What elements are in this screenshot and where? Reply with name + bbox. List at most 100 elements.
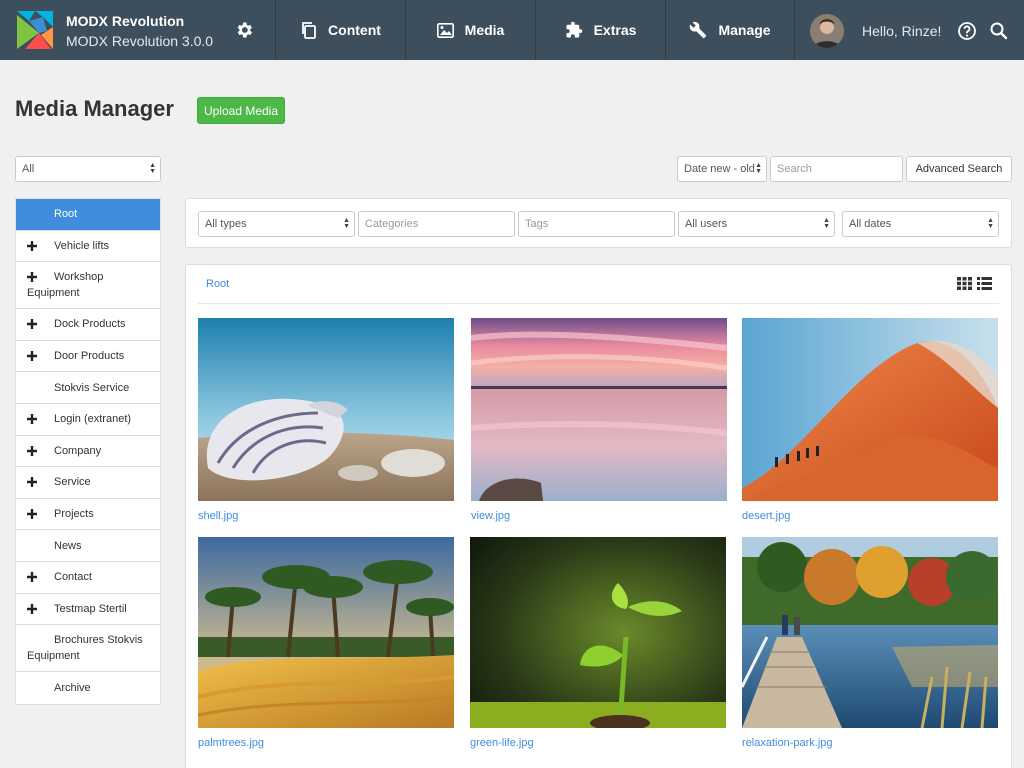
search-input[interactable]: Search [770, 156, 903, 182]
nav-manage[interactable]: Manage [665, 0, 795, 60]
media-thumbnail[interactable] [471, 318, 727, 501]
list-view-icon[interactable] [977, 277, 992, 290]
expand-plus-icon[interactable] [27, 319, 37, 330]
grid-view-icon[interactable] [957, 277, 972, 290]
media-filename[interactable]: shell.jpg [198, 510, 238, 522]
tree-item-label: Login (extranet) [54, 413, 132, 426]
copy-icon [302, 22, 316, 39]
tree-item[interactable]: Contact [16, 562, 160, 594]
tree-item[interactable]: Login (extranet) [16, 404, 160, 436]
tree-item[interactable]: Projects [16, 499, 160, 531]
wrench-icon [690, 21, 707, 39]
tree-item[interactable]: Company [16, 436, 160, 468]
expand-plus-icon[interactable] [27, 477, 37, 488]
media-thumbnail[interactable] [198, 537, 454, 728]
brand[interactable]: MODX Revolution MODX Revolution 3.0.0 [0, 0, 275, 60]
nav-media-label: Media [464, 22, 505, 38]
tree-item[interactable]: Vehicle lifts [16, 231, 160, 263]
expand-plus-icon[interactable] [27, 571, 37, 582]
select-caret-icon: ▲ ▼ [755, 162, 762, 175]
nav-media[interactable]: Media [405, 0, 535, 60]
media-filename[interactable]: green-life.jpg [470, 737, 534, 749]
select-caret-icon: ▲ ▼ [149, 162, 156, 175]
tree-item[interactable]: Brochures Stokvis Equipment [16, 625, 160, 673]
user-greeting[interactable]: Hello, Rinze! [862, 23, 941, 39]
nav-manage-label: Manage [718, 22, 771, 38]
nav-extras-label: Extras [593, 22, 637, 38]
nav-content-label: Content [328, 22, 381, 38]
page-title: Media Manager [15, 96, 174, 121]
date-filter-select[interactable]: All dates ▲ ▼ [842, 211, 999, 237]
tree-item-label: Testmap Stertil [54, 602, 127, 615]
advanced-search-button[interactable]: Advanced Search [906, 156, 1012, 182]
tree-item-label: Service [54, 476, 91, 489]
tree-item-label: Brochures Stokvis Equipment [27, 634, 143, 663]
media-thumbnail[interactable] [198, 318, 454, 501]
search-placeholder: Search [777, 163, 812, 175]
image-icon [436, 22, 454, 38]
tree-item[interactable]: Dock Products [16, 309, 160, 341]
tree-item[interactable]: Testmap Stertil [16, 594, 160, 626]
select-caret-icon: ▲ ▼ [987, 217, 994, 230]
user-filter-value: All users [685, 218, 728, 230]
sort-select[interactable]: Date new - old ▲ ▼ [677, 156, 767, 182]
tree-item[interactable]: Workshop Equipment [16, 262, 160, 310]
expand-plus-icon[interactable] [27, 603, 37, 614]
search-icon[interactable] [989, 21, 1009, 41]
type-filter-select[interactable]: All types ▲ ▼ [198, 211, 355, 237]
tree-item-label: Workshop Equipment [27, 271, 104, 300]
tags-placeholder: Tags [525, 218, 549, 230]
filter-panel: All types ▲ ▼ Categories Tags All users ▲… [185, 198, 1012, 248]
date-filter-value: All dates [849, 218, 892, 230]
media-thumbnail[interactable] [742, 537, 998, 728]
tree-item[interactable]: Root [16, 199, 160, 231]
expand-plus-icon[interactable] [27, 240, 37, 251]
media-filename[interactable]: relaxation-park.jpg [742, 737, 833, 749]
puzzle-icon [566, 21, 582, 38]
top-bar: MODX Revolution MODX Revolution 3.0.0 Co… [0, 0, 1024, 60]
tags-input[interactable]: Tags [518, 211, 675, 237]
nav-content[interactable]: Content [275, 0, 405, 60]
divider [198, 303, 999, 304]
user-filter-select[interactable]: All users ▲ ▼ [678, 211, 835, 237]
tree-item-label: News [54, 539, 82, 552]
avatar[interactable] [810, 14, 844, 48]
expand-plus-icon[interactable] [27, 445, 37, 456]
tree-item-label: Stokvis Service [54, 381, 130, 394]
expand-plus-icon[interactable] [27, 413, 37, 424]
app-version: MODX Revolution 3.0.0 [66, 33, 214, 49]
folder-tree: Root Vehicle lifts Workshop Equipment Dock … [15, 198, 161, 705]
source-select[interactable]: All ▲ ▼ [15, 156, 161, 182]
tree-item[interactable]: News [16, 530, 160, 562]
help-icon[interactable] [957, 21, 977, 41]
tree-item[interactable]: Stokvis Service [16, 372, 160, 404]
categories-placeholder: Categories [365, 218, 419, 230]
source-select-value: All [22, 163, 35, 175]
gear-icon[interactable] [234, 20, 254, 40]
breadcrumb[interactable]: Root [206, 278, 229, 290]
tree-item-label: Root [54, 208, 78, 221]
nav-extras[interactable]: Extras [535, 0, 665, 60]
expand-plus-icon[interactable] [27, 508, 37, 519]
media-thumbnail[interactable] [742, 318, 998, 501]
categories-input[interactable]: Categories [358, 211, 515, 237]
app-name: MODX Revolution [66, 13, 185, 29]
expand-plus-icon[interactable] [27, 350, 37, 361]
upload-media-button[interactable]: Upload Media [197, 97, 285, 124]
tree-item-label: Company [54, 444, 102, 457]
tree-item-label: Archive [54, 681, 91, 694]
media-thumbnail[interactable] [470, 537, 726, 728]
expand-plus-icon[interactable] [27, 272, 37, 283]
modx-logo-icon [17, 11, 53, 49]
tree-item-label: Door Products [54, 350, 125, 363]
media-filename[interactable]: palmtrees.jpg [198, 737, 264, 749]
tree-item[interactable]: Service [16, 467, 160, 499]
select-caret-icon: ▲ ▼ [823, 217, 830, 230]
media-filename[interactable]: view.jpg [471, 510, 510, 522]
tree-item-label: Dock Products [54, 318, 126, 331]
media-filename[interactable]: desert.jpg [742, 510, 790, 522]
tree-item[interactable]: Archive [16, 672, 160, 704]
tree-item[interactable]: Door Products [16, 341, 160, 373]
sort-select-value: Date new - old [684, 163, 755, 175]
tree-item-label: Projects [54, 508, 94, 521]
